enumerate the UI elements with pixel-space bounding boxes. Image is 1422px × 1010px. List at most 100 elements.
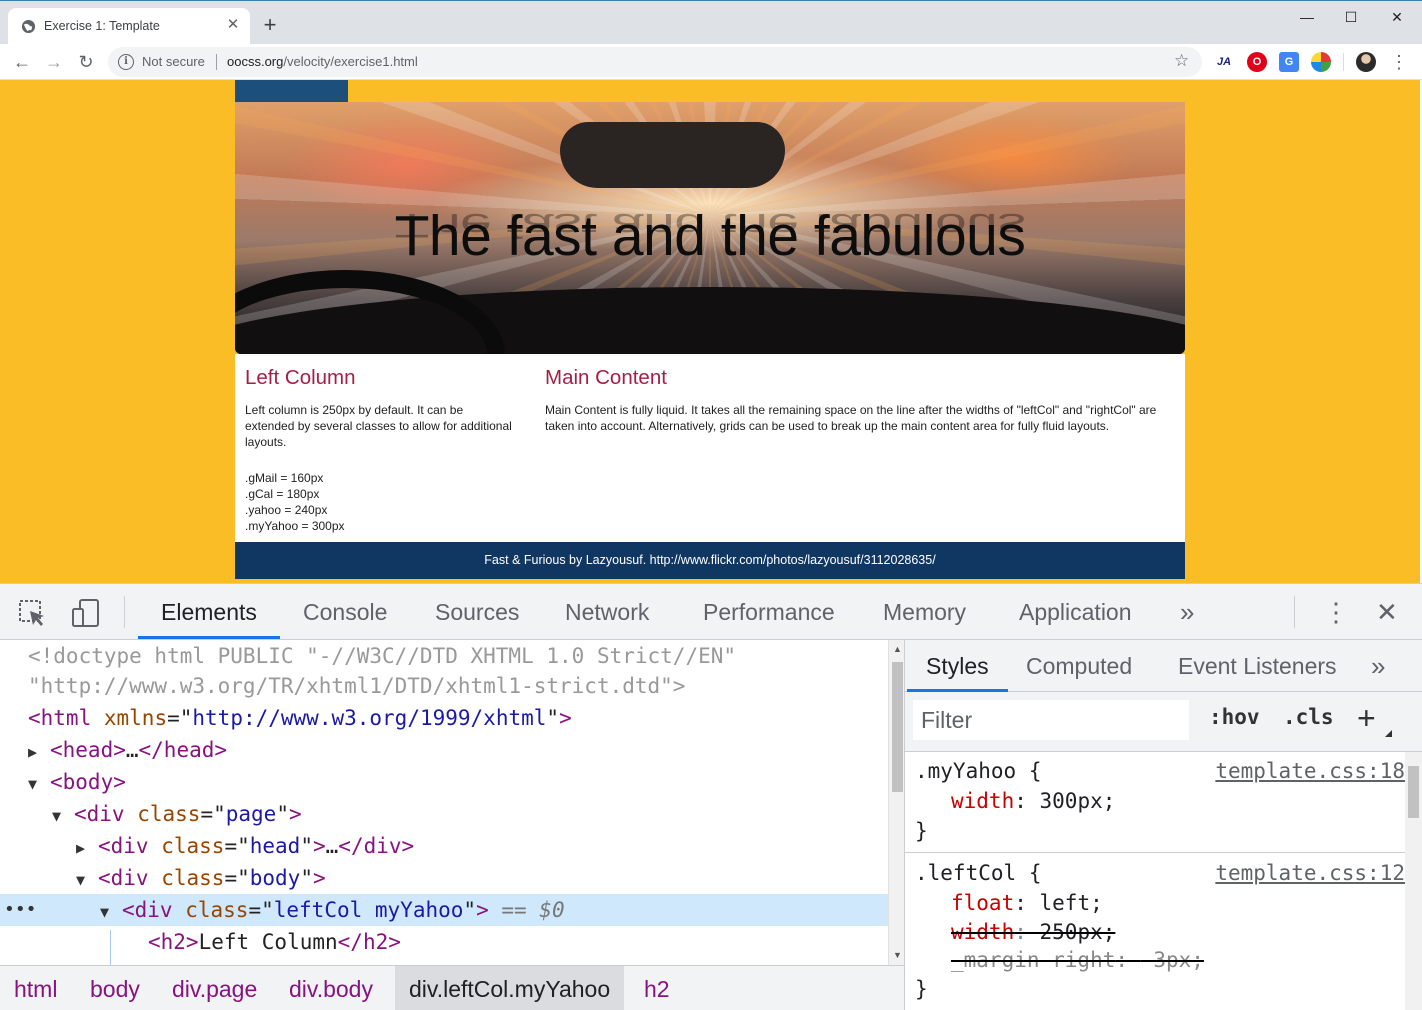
url-domain: oocss.org — [227, 54, 284, 69]
tab-memory[interactable]: Memory — [883, 584, 966, 639]
size-item: .gCal = 180px — [245, 487, 320, 501]
row-options-icon[interactable]: ••• — [4, 894, 37, 926]
property-value: 300px; — [1039, 789, 1116, 813]
color-extension-icon[interactable] — [1311, 52, 1331, 72]
reload-button[interactable]: ↻ — [74, 50, 98, 74]
device-toolbar-icon[interactable] — [70, 597, 102, 629]
address-bar[interactable]: i Not secure oocss.org/velocity/exercise… — [108, 47, 1202, 77]
expand-triangle-icon[interactable]: ▶ — [28, 736, 50, 768]
breadcrumb-div-leftcol[interactable]: div.leftCol.myYahoo — [395, 966, 625, 1010]
tab-computed[interactable]: Computed — [1026, 640, 1132, 692]
breadcrumb-body[interactable]: body — [90, 966, 140, 1010]
styles-scroll-thumb[interactable] — [1408, 766, 1419, 818]
opera-extension-icon[interactable]: O — [1247, 52, 1267, 72]
tab-console[interactable]: Console — [303, 584, 387, 639]
maximize-button[interactable]: ☐ — [1328, 5, 1374, 29]
dom-line-selected[interactable]: ••• ▼ <div class="leftCol myYahoo"> == $0 — [0, 894, 888, 926]
breadcrumb-h2[interactable]: h2 — [644, 966, 670, 1010]
rule-selector[interactable]: .myYahoo — [905, 759, 1016, 783]
dom-line-doctype[interactable]: <!doctype html PUBLIC "-//W3C//DTD XHTML… — [0, 640, 888, 672]
collapse-triangle-icon[interactable]: ▼ — [100, 896, 122, 928]
back-button[interactable]: ← — [10, 50, 34, 74]
styles-filter-input[interactable] — [913, 700, 1189, 740]
dom-line-head[interactable]: ▶ <head>…</head> — [0, 734, 888, 766]
more-panes-chevron-icon[interactable]: » — [1371, 640, 1385, 692]
doctype-text: <!doctype html PUBLIC "-//W3C//DTD XHTML… — [28, 644, 737, 668]
head-accent-tab — [235, 80, 348, 102]
style-property[interactable]: float: left; — [905, 888, 1405, 918]
dom-line-div-head[interactable]: ▶ <div class="head">…</div> — [0, 830, 888, 862]
rule-source-link[interactable]: template.css:12 — [1215, 858, 1405, 888]
tab-sources[interactable]: Sources — [435, 584, 519, 639]
dom-line-body[interactable]: ▼ <body> — [0, 766, 888, 798]
devtools-tabbar: Elements Console Sources Network Perform… — [0, 584, 1422, 640]
new-style-rule-button[interactable]: + — [1357, 700, 1376, 736]
dom-line-doctype-2[interactable]: "http://www.w3.org/TR/xhtml1/DTD/xhtml1-… — [0, 670, 888, 702]
property-name: float — [951, 891, 1015, 915]
style-property[interactable]: width: 300px; — [905, 786, 1405, 816]
breadcrumb-div-body[interactable]: div.body — [289, 966, 373, 1010]
rule-source-link[interactable]: template.css:18 — [1215, 756, 1405, 786]
tab-performance[interactable]: Performance — [703, 584, 835, 639]
dom-line-h2[interactable]: <h2>Left Column</h2> — [0, 926, 888, 958]
omnibox-divider — [216, 54, 217, 70]
style-rule-leftcol: .leftCol { template.css:12 float: left; … — [905, 858, 1405, 1004]
more-tabs-chevron-icon[interactable]: » — [1180, 584, 1194, 639]
page-footer: Fast & Furious by Lazyousuf. http://www.… — [235, 542, 1185, 579]
not-secure-label[interactable]: Not secure — [142, 54, 205, 69]
dom-line-div-page[interactable]: ▼ <div class="page"> — [0, 798, 888, 830]
profile-avatar[interactable] — [1356, 52, 1376, 72]
tab-event-listeners[interactable]: Event Listeners — [1178, 640, 1337, 692]
dom-line-html[interactable]: <html xmlns="http://www.w3.org/1999/xhtm… — [0, 702, 888, 734]
translate-extension-icon[interactable]: G — [1279, 52, 1299, 72]
cls-toggle-button[interactable]: .cls — [1283, 705, 1334, 729]
styles-scrollbar[interactable] — [1405, 752, 1422, 1010]
tab-network[interactable]: Network — [565, 584, 649, 639]
bookmark-star-icon[interactable]: ☆ — [1174, 51, 1189, 71]
breadcrumb-html[interactable]: html — [14, 966, 57, 1010]
devtools-close-icon[interactable]: ✕ — [1376, 584, 1398, 639]
styles-filter-row: :hov .cls + — [905, 692, 1422, 752]
page-viewport: The fast and the fabulous The fast and t… — [0, 80, 1422, 583]
dom-scroll-thumb[interactable] — [892, 662, 903, 792]
scroll-down-icon[interactable]: ▼ — [893, 950, 902, 960]
banner-title: The fast and the fabulous — [394, 204, 1026, 268]
devtools-menu-icon[interactable]: ⋮ — [1323, 584, 1349, 639]
tab-close-icon[interactable]: ✕ — [224, 16, 242, 34]
info-icon[interactable]: i — [118, 54, 134, 70]
url-text[interactable]: oocss.org/velocity/exercise1.html — [227, 54, 418, 69]
toolbar-divider — [1343, 53, 1344, 71]
style-property-overridden[interactable]: width: 250px; — [905, 918, 1405, 946]
inspect-element-icon[interactable] — [16, 597, 48, 629]
property-name: width — [951, 920, 1015, 944]
tab-application[interactable]: Application — [1019, 584, 1132, 639]
translate-extension-label: G — [1284, 56, 1294, 68]
collapse-triangle-icon[interactable]: ▼ — [28, 768, 50, 800]
rule-selector[interactable]: .leftCol — [905, 861, 1016, 885]
dom-line-div-body[interactable]: ▼ <div class="body"> — [0, 862, 888, 894]
ja-extension-icon[interactable]: JA — [1214, 52, 1234, 72]
tab-title: Exercise 1: Template — [44, 19, 160, 33]
collapse-triangle-icon[interactable]: ▼ — [76, 864, 98, 896]
minimize-button[interactable]: — — [1284, 5, 1330, 29]
close-window-button[interactable]: ✕ — [1374, 5, 1420, 29]
hov-toggle-button[interactable]: :hov — [1209, 705, 1260, 729]
browser-toolbar: ← → ↻ i Not secure oocss.org/velocity/ex… — [0, 44, 1422, 80]
scroll-up-icon[interactable]: ▲ — [893, 644, 902, 654]
tab-elements[interactable]: Elements — [138, 584, 280, 639]
banner-image: The fast and the fabulous The fast and t… — [235, 102, 1185, 354]
forward-button[interactable]: → — [42, 50, 66, 74]
browser-titlebar: Exercise 1: Template ✕ + — ☐ ✕ — [0, 0, 1422, 45]
expand-triangle-icon[interactable]: ▶ — [76, 832, 98, 864]
rearview-mirror — [560, 122, 785, 188]
breadcrumb-div-page[interactable]: div.page — [172, 966, 257, 1010]
style-property-invalid[interactable]: _margin-right: -3px; — [905, 946, 1405, 974]
collapse-triangle-icon[interactable]: ▼ — [52, 800, 74, 832]
opera-extension-label: O — [1252, 56, 1262, 68]
browser-menu-icon[interactable]: ⋮ — [1390, 50, 1408, 74]
tab-styles[interactable]: Styles — [907, 640, 1008, 692]
property-value: left; — [1039, 891, 1103, 915]
browser-tab[interactable]: Exercise 1: Template ✕ — [8, 8, 250, 45]
rule-divider — [905, 852, 1405, 853]
new-tab-button[interactable]: + — [258, 14, 282, 38]
